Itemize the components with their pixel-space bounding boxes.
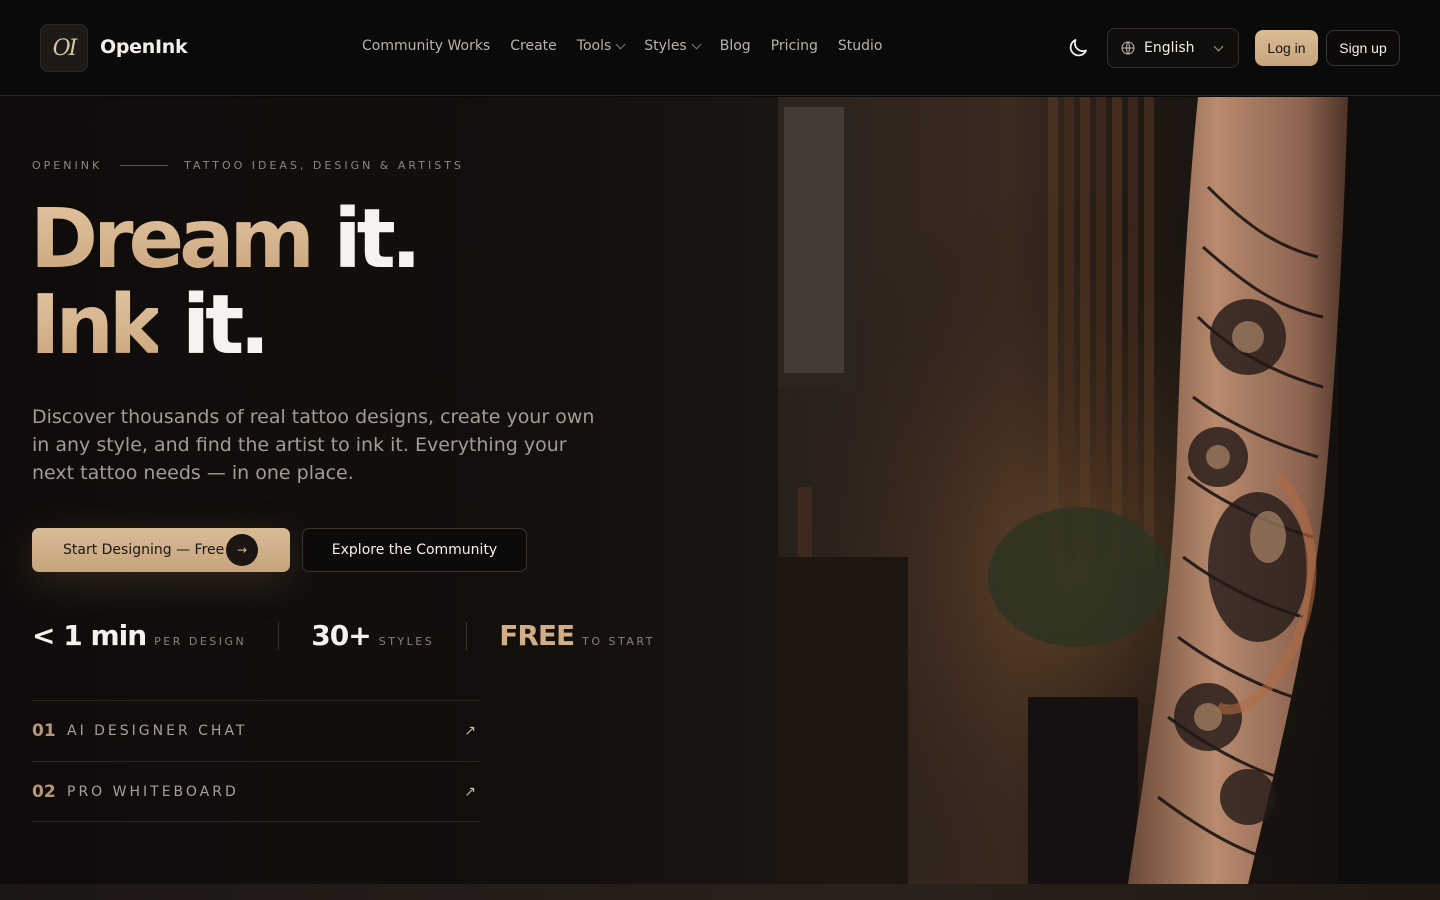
explore-community-button[interactable]: Explore the Community <box>302 528 527 572</box>
nav-community-works[interactable]: Community Works <box>362 38 490 54</box>
nav-label: Pricing <box>770 38 818 54</box>
language-select[interactable]: English <box>1107 28 1239 68</box>
headline-word: it. <box>333 192 421 287</box>
nav-label: Tools <box>576 38 612 54</box>
globe-icon <box>1121 41 1135 55</box>
site-header: OI OpenInk Community Works Create Tools … <box>0 0 1440 96</box>
stat-value: FREE <box>499 619 575 652</box>
logo[interactable]: OI <box>40 24 88 72</box>
tattoo-arm-illustration <box>778 97 1440 884</box>
eyebrow-brand: OPENINK <box>32 159 103 172</box>
eyebrow-divider <box>120 165 169 166</box>
stat-value: < 1 min <box>32 619 147 652</box>
nav-tools[interactable]: Tools <box>576 38 626 54</box>
nav-label: Blog <box>719 38 751 54</box>
stat-design-time: < 1 min PER DESIGN <box>32 619 246 652</box>
chevron-down-icon <box>1213 41 1224 51</box>
headline-word: Ink <box>30 278 163 373</box>
brand-name[interactable]: OpenInk <box>100 36 188 58</box>
nav-pricing[interactable]: Pricing <box>771 38 818 54</box>
arrow-up-right-icon: ↗ <box>464 723 476 739</box>
hero-headline: Dream it. Ink it. <box>30 197 422 369</box>
feature-pro-whiteboard[interactable]: 02 PRO WHITEBOARD ↗ <box>32 761 480 822</box>
nav-styles[interactable]: Styles <box>644 38 702 54</box>
logo-monogram: OI <box>52 35 78 61</box>
headline-word: Dream <box>30 192 315 287</box>
hero-section: OPENINK TATTOO IDEAS, DESIGN & ARTISTS D… <box>0 97 778 884</box>
start-designing-button[interactable]: Start Designing — Free → <box>32 528 290 572</box>
bottom-section-edge <box>0 884 1440 900</box>
stat-divider <box>278 621 280 650</box>
headline-word: it. <box>181 278 270 373</box>
chevron-down-icon <box>691 39 702 49</box>
hero-stats: < 1 min PER DESIGN 30+ STYLES FREE TO ST… <box>32 619 655 652</box>
feature-ai-designer-chat[interactable]: 01 AI DESIGNER CHAT ↗ <box>32 700 480 761</box>
feature-title: AI DESIGNER CHAT <box>67 723 248 739</box>
eyebrow-tagline: TATTOO IDEAS, DESIGN & ARTISTS <box>184 159 464 172</box>
signup-button[interactable]: Sign up <box>1326 30 1400 66</box>
login-button[interactable]: Log in <box>1255 30 1318 66</box>
theme-toggle-button[interactable] <box>1066 36 1090 60</box>
nav-label: Studio <box>837 38 883 54</box>
nav-blog[interactable]: Blog <box>720 38 751 54</box>
hero-tattoo-image <box>778 97 1440 884</box>
stat-free: FREE TO START <box>499 619 655 652</box>
nav-label: Create <box>510 38 557 54</box>
nav-studio[interactable]: Studio <box>838 38 883 54</box>
stat-label: STYLES <box>378 635 435 648</box>
hero-description: Discover thousands of real tattoo design… <box>32 406 595 484</box>
main-nav: Community Works Create Tools Styles Blog… <box>362 38 882 54</box>
arrow-right-icon: → <box>226 534 258 566</box>
cta-label: Start Designing — Free <box>63 542 225 558</box>
nav-label: Styles <box>644 38 687 54</box>
stat-value: 30+ <box>311 619 371 652</box>
feature-list: 01 AI DESIGNER CHAT ↗ 02 PRO WHITEBOARD … <box>32 700 480 822</box>
feature-number: 02 <box>32 781 56 802</box>
chevron-down-icon <box>615 39 626 49</box>
nav-label: Community Works <box>362 38 491 54</box>
stat-label: TO START <box>582 635 655 648</box>
moon-icon <box>1069 39 1087 57</box>
language-label: English <box>1144 40 1195 56</box>
stat-divider <box>466 621 468 650</box>
arrow-up-right-icon: ↗ <box>464 783 476 800</box>
stat-label: PER DESIGN <box>154 635 247 648</box>
hero-eyebrow: OPENINK TATTOO IDEAS, DESIGN & ARTISTS <box>32 159 464 172</box>
feature-title: PRO WHITEBOARD <box>67 783 239 800</box>
nav-create[interactable]: Create <box>510 38 557 54</box>
stat-styles: 30+ STYLES <box>311 619 434 652</box>
feature-number: 01 <box>32 721 56 741</box>
